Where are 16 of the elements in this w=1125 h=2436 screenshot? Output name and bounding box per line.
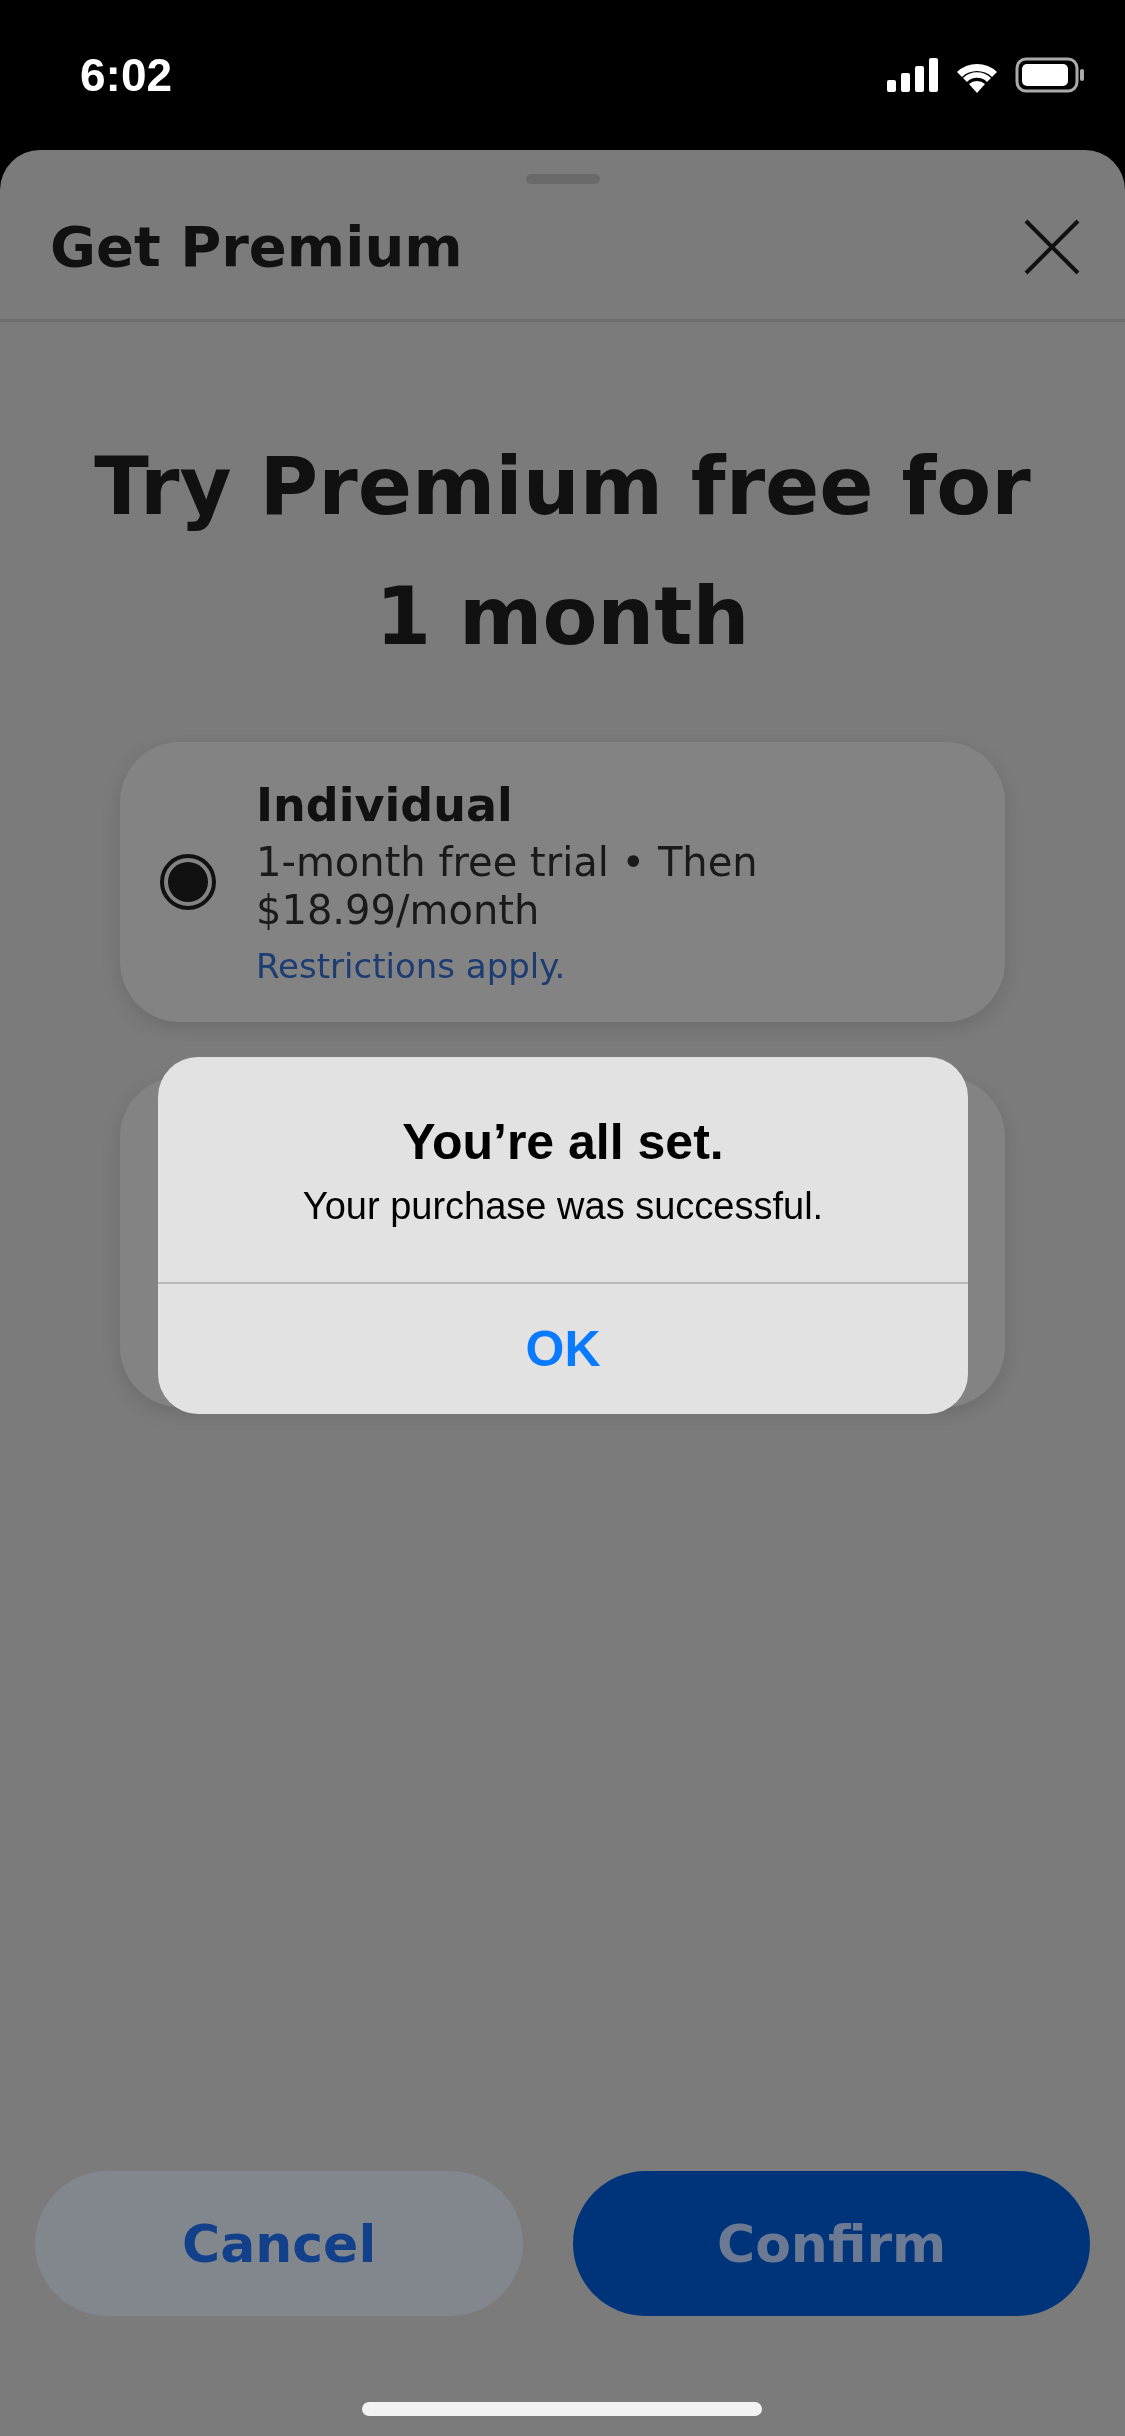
close-button[interactable] <box>1023 217 1081 276</box>
signal-icon <box>887 58 939 92</box>
offer-heading: Try Premium free for 1 month <box>93 439 1032 665</box>
status-time: 6:02 <box>80 48 173 102</box>
restrictions-link[interactable]: Restrictions apply. <box>256 946 816 986</box>
cancel-button[interactable]: Cancel <box>35 2171 524 2316</box>
plan-description: 1-month free trial • Then $18.99/month <box>256 838 759 934</box>
plan-card[interactable]: Individual 1-month free trial • Then $18.99/month Restrictions apply. <box>120 742 1005 1022</box>
alert-message: Your purchase was successful. <box>302 1185 824 1228</box>
radio-button[interactable] <box>160 854 216 910</box>
sheet-title: Get Premium <box>50 214 463 279</box>
plan-title: Individual <box>256 778 514 832</box>
battery-icon <box>1015 57 1085 93</box>
alert-title: You’re all set. <box>402 1113 724 1171</box>
confirm-button[interactable]: Confirm <box>573 2171 1090 2316</box>
ok-button[interactable]: OK <box>158 1282 968 1414</box>
